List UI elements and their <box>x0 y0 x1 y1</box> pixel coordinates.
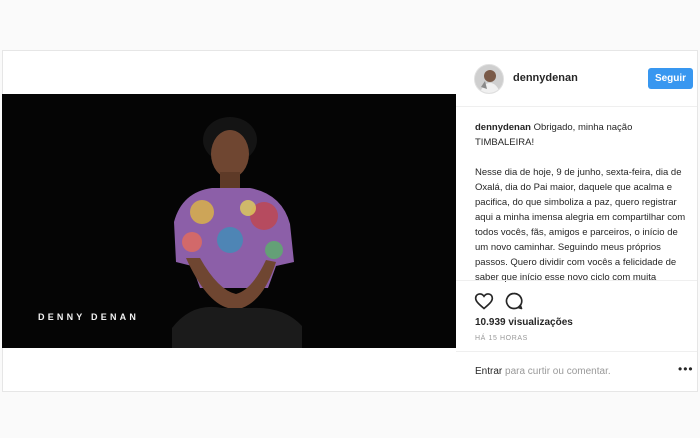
avatar-image <box>475 65 503 93</box>
view-count[interactable]: 10.939 visualizações <box>475 317 573 328</box>
caption-body: Nesse dia de hoje, 9 de junho, sexta-fei… <box>475 167 686 283</box>
comment-login-row: Entrar para curtir ou comentar. ••• <box>456 351 697 391</box>
caption-first-paragraph: dennydenan Obrigado, minha nação TIMBALE… <box>475 120 689 150</box>
login-prompt: para curtir ou comentar. <box>505 366 611 377</box>
video-person <box>172 117 302 348</box>
heart-icon[interactable] <box>474 291 494 311</box>
username-link[interactable]: dennydenan <box>513 72 578 84</box>
follow-button[interactable]: Seguir <box>648 68 693 89</box>
more-icon[interactable]: ••• <box>678 362 694 376</box>
avatar[interactable] <box>474 64 504 94</box>
post-video[interactable]: DENNY DENAN <box>2 94 456 348</box>
post-timestamp: HÁ 15 HORAS <box>475 335 528 342</box>
post-side-panel: dennydenan Seguir dennydenan Obrigado, m… <box>456 51 697 391</box>
comment-icon[interactable] <box>504 291 524 311</box>
login-link[interactable]: Entrar <box>475 366 502 377</box>
comment-login-text: Entrar para curtir ou comentar. <box>475 366 611 377</box>
post-actions <box>456 280 697 310</box>
post-header: dennydenan Seguir <box>456 51 697 107</box>
video-overlay-text: DENNY DENAN <box>38 312 140 322</box>
caption-username[interactable]: dennydenan <box>475 122 531 133</box>
